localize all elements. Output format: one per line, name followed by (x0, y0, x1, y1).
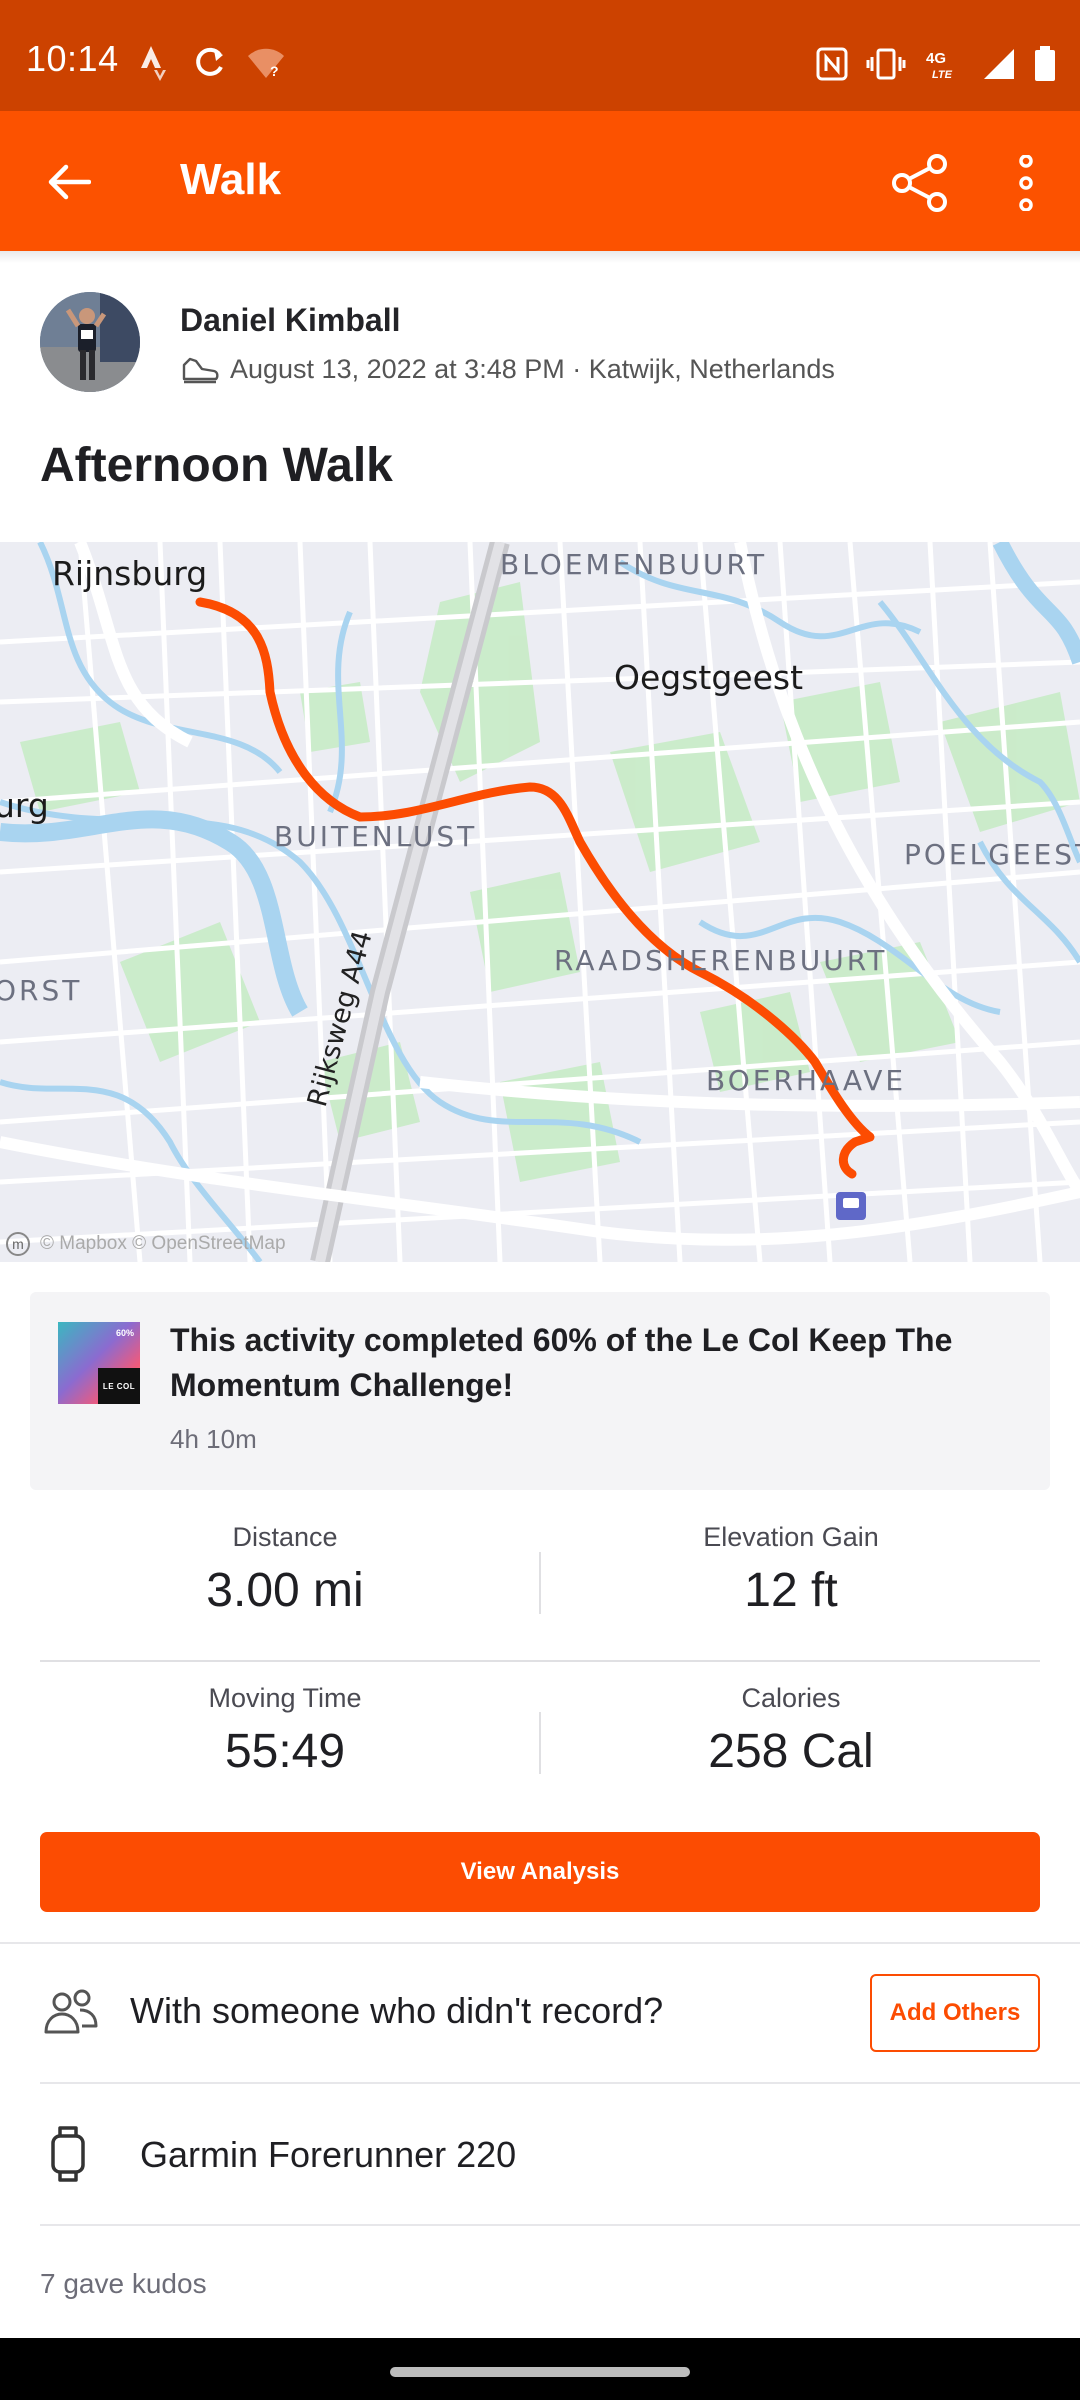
nfc-icon (816, 47, 848, 81)
activity-meta: August 13, 2022 at 3:48 PM · Katwijk, Ne… (180, 354, 835, 385)
app-bar-shadow (0, 251, 1080, 263)
arrow-left-icon (48, 164, 91, 200)
challenge-card[interactable]: 60% LE COL This activity completed 60% o… (30, 1292, 1050, 1490)
walking-shoe-icon (182, 357, 219, 383)
athlete-name[interactable]: Daniel Kimball (180, 302, 401, 339)
map-label-boerhaave: BOERHAAVE (706, 1064, 907, 1097)
finish-marker (836, 1192, 866, 1220)
battery-icon (1035, 46, 1055, 81)
map-graphic (0, 542, 1080, 1262)
route-map[interactable]: Rijnsburg BLOEMENBUURT Oegstgeest urg BU… (0, 542, 1080, 1262)
status-icons-right: 4G LTE (816, 44, 1056, 84)
wifi-question-icon: ? (248, 48, 284, 79)
stat-elevation-label: Elevation Gain (703, 1522, 879, 1552)
stats-divider (40, 1660, 1040, 1662)
mapbox-icon: m (6, 1232, 30, 1256)
map-label-bloemenbuurt: BLOEMENBUURT (500, 548, 768, 581)
map-attribution-text: © Mapbox © OpenStreetMap (40, 1233, 286, 1254)
kudos-count[interactable]: 7 gave kudos (40, 2268, 207, 2300)
avatar-photo (40, 292, 140, 392)
stat-elevation: Elevation Gain 12 ft (546, 1522, 1036, 1618)
challenge-badge: 60% LE COL (58, 1322, 140, 1404)
home-gesture-handle[interactable] (390, 2367, 690, 2377)
add-others-button[interactable]: Add Others (870, 1974, 1040, 2052)
row-divider (40, 2224, 1080, 2226)
map-label-orst: ORST (0, 974, 83, 1007)
app-bar: Walk (0, 111, 1080, 251)
stat-distance-label: Distance (232, 1522, 338, 1552)
status-bar: 10:14 ? 4G LTE (0, 0, 1080, 111)
stat-moving-time-value: 55:49 (224, 1725, 346, 1778)
share-button[interactable] (884, 147, 956, 219)
svg-text:LTE: LTE (932, 69, 953, 81)
more-options-button[interactable] (1000, 147, 1052, 219)
svg-text:?: ? (270, 63, 279, 79)
status-time: 10:14 (26, 38, 119, 79)
map-label-buitenlust: BUITENLUST (274, 820, 478, 853)
device-name[interactable]: Garmin Forerunner 220 (140, 2134, 516, 2176)
stat-moving-time: Moving Time 55:49 (40, 1683, 530, 1779)
share-icon (892, 154, 947, 212)
vibrate-icon (866, 48, 906, 80)
stat-divider (539, 1552, 541, 1614)
activity-meta-text: August 13, 2022 at 3:48 PM · Katwijk, Ne… (230, 354, 835, 384)
row-divider (40, 2082, 1080, 2084)
challenge-text: This activity completed 60% of the Le Co… (170, 1322, 953, 1403)
stat-calories: Calories 258 Cal (546, 1683, 1036, 1779)
strava-status-icon (141, 46, 166, 81)
map-label-poelgeest: POELGEEST (904, 838, 1080, 871)
stat-divider (539, 1712, 541, 1774)
map-label-oegstgeest: Oegstgeest (614, 658, 804, 697)
signal-icon (984, 49, 1014, 79)
watch-icon (51, 2126, 85, 2182)
view-analysis-button[interactable]: View Analysis (40, 1832, 1040, 1912)
with-someone-text: With someone who didn't record? (130, 1990, 664, 2031)
sync-icon (196, 47, 223, 76)
stat-calories-value: 258 Cal (708, 1725, 874, 1778)
stat-distance-value: 3.00 mi (206, 1564, 364, 1617)
stat-elevation-value: 12 ft (744, 1564, 838, 1617)
page-title: Walk (180, 155, 282, 204)
map-label-raadsherenbuurt: RAADSHERENBUURT (554, 944, 888, 977)
stat-distance: Distance 3.00 mi (40, 1522, 530, 1618)
map-label-burg: urg (0, 786, 49, 825)
activity-title: Afternoon Walk (40, 439, 393, 492)
map-attribution[interactable]: m © Mapbox © OpenStreetMap (6, 1232, 286, 1256)
avatar[interactable] (40, 292, 140, 392)
stat-calories-label: Calories (741, 1683, 841, 1713)
group-people-icon (44, 1989, 98, 2034)
more-vertical-icon (1019, 155, 1033, 211)
section-divider (0, 1942, 1080, 1944)
badge-logo: LE COL (98, 1368, 140, 1404)
stat-moving-time-label: Moving Time (208, 1683, 362, 1713)
back-button[interactable] (36, 149, 102, 215)
svg-text:4G: 4G (926, 50, 946, 67)
network-4g-icon: 4G LTE (926, 50, 953, 81)
challenge-time: 4h 10m (170, 1424, 257, 1454)
badge-percent: 60% (115, 1328, 134, 1338)
map-label-rijnsburg: Rijnsburg (52, 554, 208, 593)
